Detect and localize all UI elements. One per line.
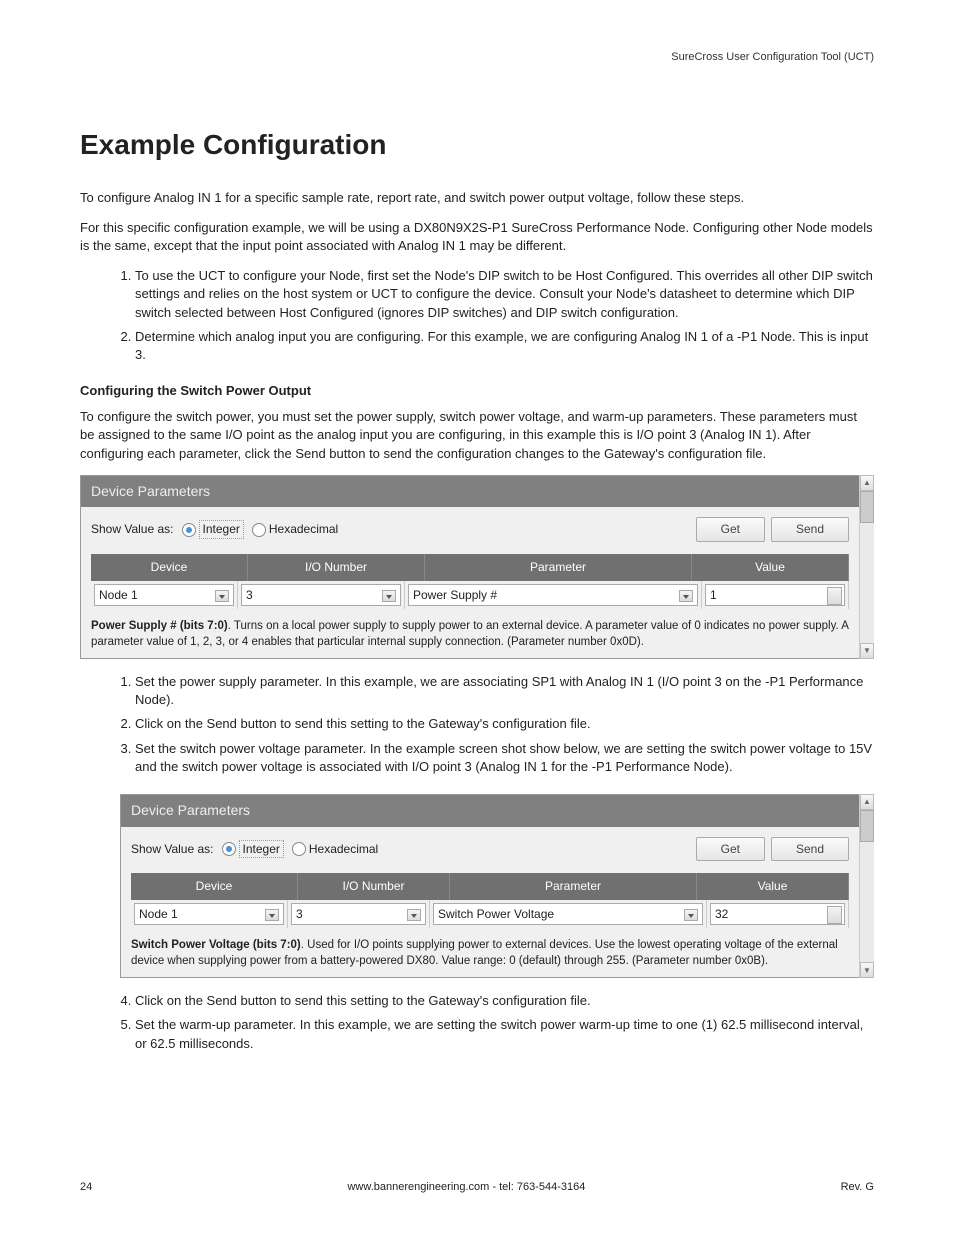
radio-dot-icon (182, 523, 196, 537)
steps-list-c: Click on the Send button to send this se… (80, 992, 874, 1053)
col-io: I/O Number (248, 554, 425, 581)
steps-list-b: Set the power supply parameter. In this … (80, 673, 874, 776)
radio-integer[interactable]: Integer (182, 520, 244, 539)
col-device: Device (131, 873, 298, 900)
list-item: Click on the Send button to send this se… (135, 715, 874, 733)
device-dropdown[interactable]: Node 1 (134, 903, 284, 925)
io-number-dropdown[interactable]: 3 (241, 584, 401, 606)
parameter-description: Switch Power Voltage (bits 7:0). Used fo… (131, 938, 849, 969)
list-item: Determine which analog input you are con… (135, 328, 874, 364)
parameter-dropdown[interactable]: Power Supply # (408, 584, 698, 606)
list-item: Set the warm-up parameter. In this examp… (135, 1016, 874, 1052)
get-button[interactable]: Get (696, 837, 765, 862)
intro-paragraph-1: To configure Analog IN 1 for a specific … (80, 189, 874, 207)
radio-hex-label: Hexadecimal (269, 521, 338, 538)
steps-list-a: To use the UCT to configure your Node, f… (80, 267, 874, 364)
param-desc-title: Power Supply # (bits 7:0) (91, 620, 228, 632)
section-subhead: Configuring the Switch Power Output (80, 382, 874, 400)
scroll-thumb[interactable] (860, 491, 874, 523)
list-item: To use the UCT to configure your Node, f… (135, 267, 874, 322)
parameter-dropdown[interactable]: Switch Power Voltage (433, 903, 703, 925)
send-button[interactable]: Send (771, 837, 849, 862)
show-value-label: Show Value as: (91, 521, 174, 538)
list-item: Set the power supply parameter. In this … (135, 673, 874, 709)
io-number-dropdown[interactable]: 3 (291, 903, 426, 925)
scroll-up-icon[interactable]: ▲ (860, 794, 874, 810)
radio-hexadecimal[interactable]: Hexadecimal (252, 521, 338, 538)
parameter-description: Power Supply # (bits 7:0). Turns on a lo… (91, 619, 849, 650)
param-desc-title: Switch Power Voltage (bits 7:0) (131, 939, 301, 951)
list-item: Set the switch power voltage parameter. … (135, 740, 874, 776)
page-title: Example Configuration (80, 125, 874, 164)
list-item: Click on the Send button to send this se… (135, 992, 874, 1010)
send-button[interactable]: Send (771, 517, 849, 542)
column-headers: Device I/O Number Parameter Value (131, 873, 849, 900)
scroll-thumb[interactable] (860, 810, 874, 842)
show-value-label: Show Value as: (131, 841, 214, 858)
sub-intro: To configure the switch power, you must … (80, 408, 874, 463)
value-spinner[interactable]: 32 (710, 903, 845, 925)
col-parameter: Parameter (425, 554, 692, 581)
radio-integer-label: Integer (199, 520, 244, 539)
col-device: Device (91, 554, 248, 581)
value-spinner[interactable]: 1 (705, 584, 845, 606)
radio-dot-icon (292, 842, 306, 856)
device-parameters-panel-2: Device Parameters Show Value as: Integer… (120, 794, 860, 978)
page-number: 24 (80, 1180, 92, 1195)
scrollbar[interactable]: ▲ ▼ (859, 475, 874, 659)
panel-title: Device Parameters (121, 795, 859, 827)
radio-integer-label: Integer (239, 840, 284, 859)
intro-paragraph-2: For this specific configuration example,… (80, 219, 874, 255)
column-headers: Device I/O Number Parameter Value (91, 554, 849, 581)
radio-hexadecimal[interactable]: Hexadecimal (292, 841, 378, 858)
device-dropdown[interactable]: Node 1 (94, 584, 234, 606)
radio-hex-label: Hexadecimal (309, 841, 378, 858)
scroll-down-icon[interactable]: ▼ (860, 643, 874, 659)
scroll-up-icon[interactable]: ▲ (860, 475, 874, 491)
col-value: Value (692, 554, 849, 581)
radio-dot-icon (222, 842, 236, 856)
radio-integer[interactable]: Integer (222, 840, 284, 859)
get-button[interactable]: Get (696, 517, 765, 542)
footer-rev: Rev. G (841, 1180, 874, 1195)
panel-title: Device Parameters (81, 476, 859, 508)
radio-dot-icon (252, 523, 266, 537)
scroll-down-icon[interactable]: ▼ (860, 962, 874, 978)
col-parameter: Parameter (450, 873, 697, 900)
footer-center: www.bannerengineering.com - tel: 763-544… (347, 1180, 585, 1195)
col-value: Value (697, 873, 849, 900)
col-io: I/O Number (298, 873, 450, 900)
header-product: SureCross User Configuration Tool (UCT) (80, 50, 874, 65)
device-parameters-panel-1: Device Parameters Show Value as: Integer… (80, 475, 860, 659)
scrollbar[interactable]: ▲ ▼ (859, 794, 874, 978)
